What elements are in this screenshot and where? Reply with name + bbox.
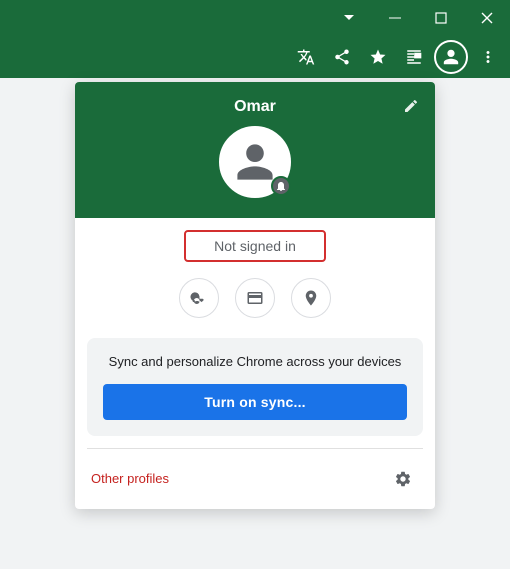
profile-icon[interactable] <box>434 40 468 74</box>
notifications-off-icon <box>275 180 287 192</box>
window-controls <box>326 0 510 36</box>
quick-icons-row <box>75 270 435 330</box>
sync-card: Sync and personalize Chrome across your … <box>87 338 423 436</box>
key-icon <box>190 289 208 307</box>
gear-icon <box>394 470 412 488</box>
not-signed-in-badge: Not signed in <box>184 230 326 262</box>
addresses-button[interactable] <box>291 278 331 318</box>
turn-on-sync-button[interactable]: Turn on sync... <box>103 384 407 420</box>
profile-name: Omar <box>234 98 276 116</box>
other-profiles-link[interactable]: Other profiles <box>91 471 169 486</box>
profile-panel: Omar Not signed in <box>75 82 435 509</box>
person-icon <box>233 140 277 184</box>
share-icon[interactable] <box>326 41 358 73</box>
manage-profiles-button[interactable] <box>387 463 419 495</box>
not-signed-in-row: Not signed in <box>75 218 435 270</box>
profile-header: Omar <box>75 82 435 218</box>
close-button[interactable] <box>464 0 510 36</box>
maximize-button[interactable] <box>418 0 464 36</box>
avatar-container <box>219 126 291 198</box>
translate-icon[interactable] <box>290 41 322 73</box>
minimize-button[interactable] <box>372 0 418 36</box>
location-icon <box>302 289 320 307</box>
browser-toolbar <box>0 36 510 78</box>
sync-description: Sync and personalize Chrome across your … <box>103 352 407 372</box>
menu-icon[interactable] <box>472 41 504 73</box>
payment-methods-button[interactable] <box>235 278 275 318</box>
notification-badge <box>271 176 291 196</box>
star-icon[interactable] <box>362 41 394 73</box>
edit-avatar-button[interactable] <box>403 98 419 119</box>
other-profiles-row: Other profiles <box>75 449 435 509</box>
title-bar <box>0 0 510 36</box>
credit-card-icon <box>246 289 264 307</box>
chevron-down-button[interactable] <box>326 0 372 36</box>
edit-icon <box>403 98 419 114</box>
passwords-button[interactable] <box>179 278 219 318</box>
tab-icon[interactable] <box>398 41 430 73</box>
